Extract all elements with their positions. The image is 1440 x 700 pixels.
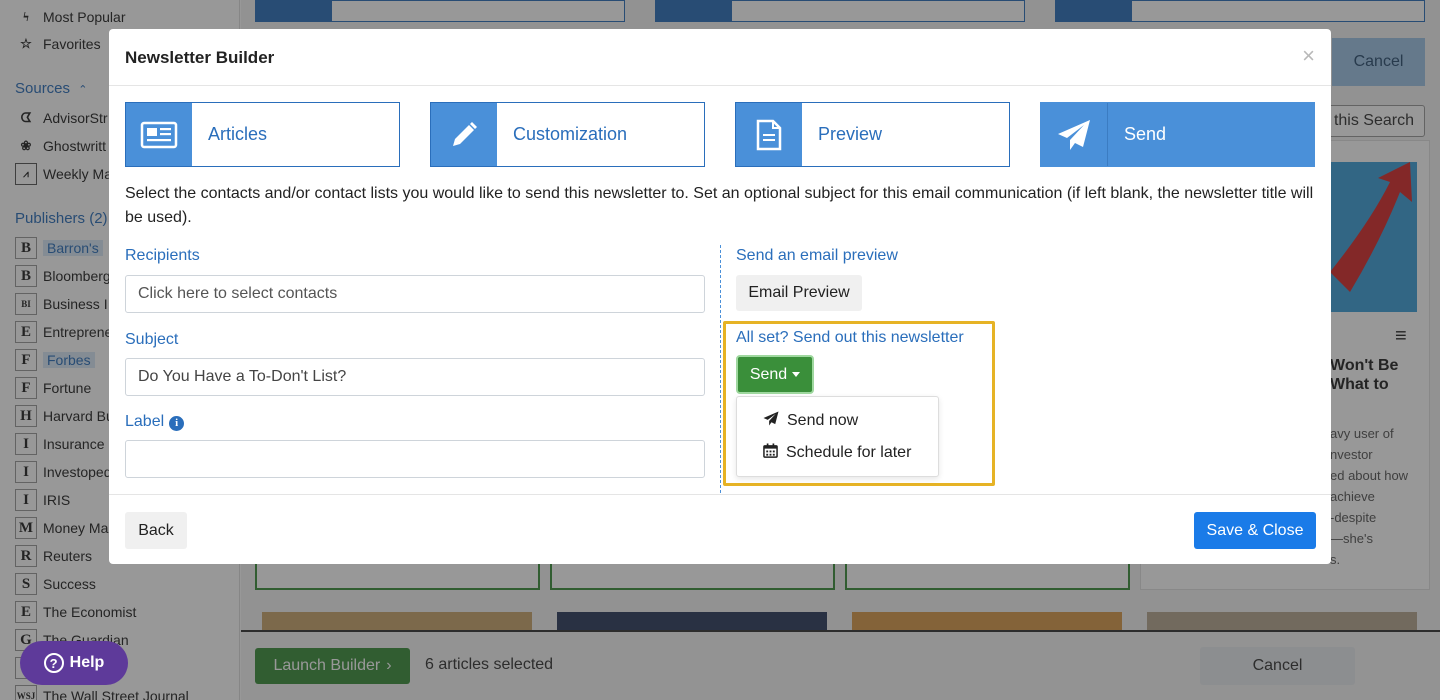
help-label: Help bbox=[69, 654, 105, 671]
newspaper-icon bbox=[126, 103, 192, 166]
info-icon[interactable]: i bbox=[169, 415, 185, 431]
step-label: Customization bbox=[497, 103, 704, 166]
subject-label: Subject bbox=[125, 331, 179, 348]
question-icon: ? bbox=[43, 653, 64, 673]
paper-plane-icon bbox=[1041, 103, 1107, 166]
step-label: Articles bbox=[192, 103, 399, 166]
send-dropdown-menu: Send now Schedule for later bbox=[736, 396, 939, 477]
send-now-label: Send now bbox=[787, 412, 859, 429]
save-close-button[interactable]: Save & Close bbox=[1194, 512, 1316, 549]
step-preview[interactable]: Preview bbox=[735, 102, 1010, 167]
column-divider bbox=[720, 245, 721, 493]
send-dropdown-button[interactable]: Send bbox=[736, 355, 814, 394]
modal-footer: Back Save & Close bbox=[109, 494, 1331, 564]
subject-value: Do You Have a To-Don't List? bbox=[138, 368, 347, 385]
paper-plane-icon bbox=[763, 411, 779, 431]
modal-header: Newsletter Builder × bbox=[109, 29, 1331, 86]
recipients-input[interactable]: Click here to select contacts bbox=[125, 275, 705, 313]
caret-down-icon bbox=[792, 372, 801, 377]
newsletter-builder-modal: Newsletter Builder × Articles Customizat… bbox=[109, 29, 1331, 564]
schedule-later-option[interactable]: Schedule for later bbox=[763, 441, 911, 465]
label-field-text: Label bbox=[125, 413, 165, 430]
step-send[interactable]: Send bbox=[1040, 102, 1315, 167]
recipients-label: Recipients bbox=[125, 247, 200, 264]
schedule-later-label: Schedule for later bbox=[786, 444, 912, 461]
document-icon bbox=[736, 103, 802, 166]
recipients-placeholder: Click here to select contacts bbox=[138, 285, 338, 302]
email-preview-button[interactable]: Email Preview bbox=[736, 275, 862, 311]
pencil-icon bbox=[431, 103, 497, 166]
label-field-label: Label i bbox=[125, 413, 185, 431]
send-button-label: Send bbox=[749, 365, 788, 383]
calendar-icon bbox=[763, 443, 778, 463]
close-icon[interactable]: × bbox=[1302, 43, 1315, 69]
step-customization[interactable]: Customization bbox=[430, 102, 705, 167]
help-button[interactable]: ? Help bbox=[20, 641, 128, 685]
label-input[interactable] bbox=[125, 440, 705, 478]
send-now-option[interactable]: Send now bbox=[763, 409, 858, 433]
back-button[interactable]: Back bbox=[125, 512, 187, 549]
step-label: Preview bbox=[802, 103, 1009, 166]
step-label: Send bbox=[1107, 103, 1314, 166]
subject-input[interactable]: Do You Have a To-Don't List? bbox=[125, 358, 705, 396]
send-instructions: Select the contacts and/or contact lists… bbox=[125, 185, 1314, 226]
modal-title: Newsletter Builder bbox=[125, 48, 275, 67]
step-articles[interactable]: Articles bbox=[125, 102, 400, 167]
preview-heading: Send an email preview bbox=[736, 247, 898, 264]
